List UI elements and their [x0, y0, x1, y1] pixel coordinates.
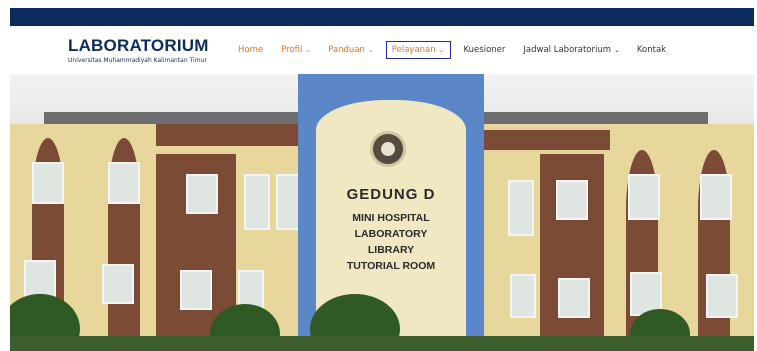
brown-band — [480, 130, 610, 150]
chevron-down-icon: ⌄ — [305, 45, 312, 54]
site-subtitle: Universitas Muhammadiyah Kalimantan Timu… — [68, 57, 207, 64]
top-bar — [10, 8, 754, 26]
chevron-down-icon: ⌄ — [614, 45, 620, 54]
ground — [10, 336, 754, 351]
window — [32, 162, 64, 204]
chevron-down-icon: ⌄ — [438, 45, 445, 54]
window — [186, 174, 218, 214]
nav-item-jadwal-laboratorium[interactable]: Jadwal Laboratorium ⌄ — [523, 45, 620, 55]
nav-item-label: Pelayanan — [391, 45, 436, 55]
window — [508, 180, 534, 236]
nav-item-kontak[interactable]: Kontak — [637, 45, 666, 55]
window — [700, 174, 732, 220]
site-title[interactable]: LABORATORIUM — [68, 36, 209, 56]
nav-item-label: Kuesioner — [463, 45, 506, 55]
window — [244, 174, 270, 230]
window — [628, 174, 660, 220]
main-nav: Home Profil ⌄ Panduan ⌄ Pelayanan ⌄ Kues… — [238, 41, 666, 59]
nav-item-pelayanan[interactable]: Pelayanan ⌄ — [385, 41, 451, 59]
nav-item-home[interactable]: Home — [238, 45, 263, 55]
brown-band — [156, 124, 298, 146]
nav-item-profil[interactable]: Profil ⌄ — [281, 45, 311, 55]
emblem-center — [381, 142, 395, 156]
building-sign-line: LABORATORY — [354, 228, 428, 240]
nav-item-kuesioner[interactable]: Kuesioner — [464, 45, 506, 55]
nav-item-label: Jadwal Laboratorium — [523, 45, 612, 55]
building-sign-title: GEDUNG D — [346, 186, 436, 203]
nav-item-panduan[interactable]: Panduan ⌄ — [328, 45, 374, 55]
building-sign-line: MINI HOSPITAL — [352, 212, 430, 224]
nav-item-label: Panduan — [328, 45, 365, 55]
nav-item-label: Kontak — [636, 45, 667, 55]
nav-item-label: Home — [238, 45, 264, 55]
chevron-down-icon: ⌄ — [367, 45, 374, 54]
site-header: LABORATORIUM Universitas Muhammadiyah Ka… — [10, 26, 754, 74]
building-sign-line: TUTORIAL ROOM — [346, 260, 436, 272]
emblem-logo — [370, 131, 406, 167]
window — [556, 180, 588, 220]
hero-image: GEDUNG D MINI HOSPITAL LABORATORY LIBRAR… — [10, 74, 754, 351]
nav-item-label: Profil — [281, 45, 303, 55]
building-sign-line: LIBRARY — [367, 244, 415, 256]
window — [108, 162, 140, 204]
